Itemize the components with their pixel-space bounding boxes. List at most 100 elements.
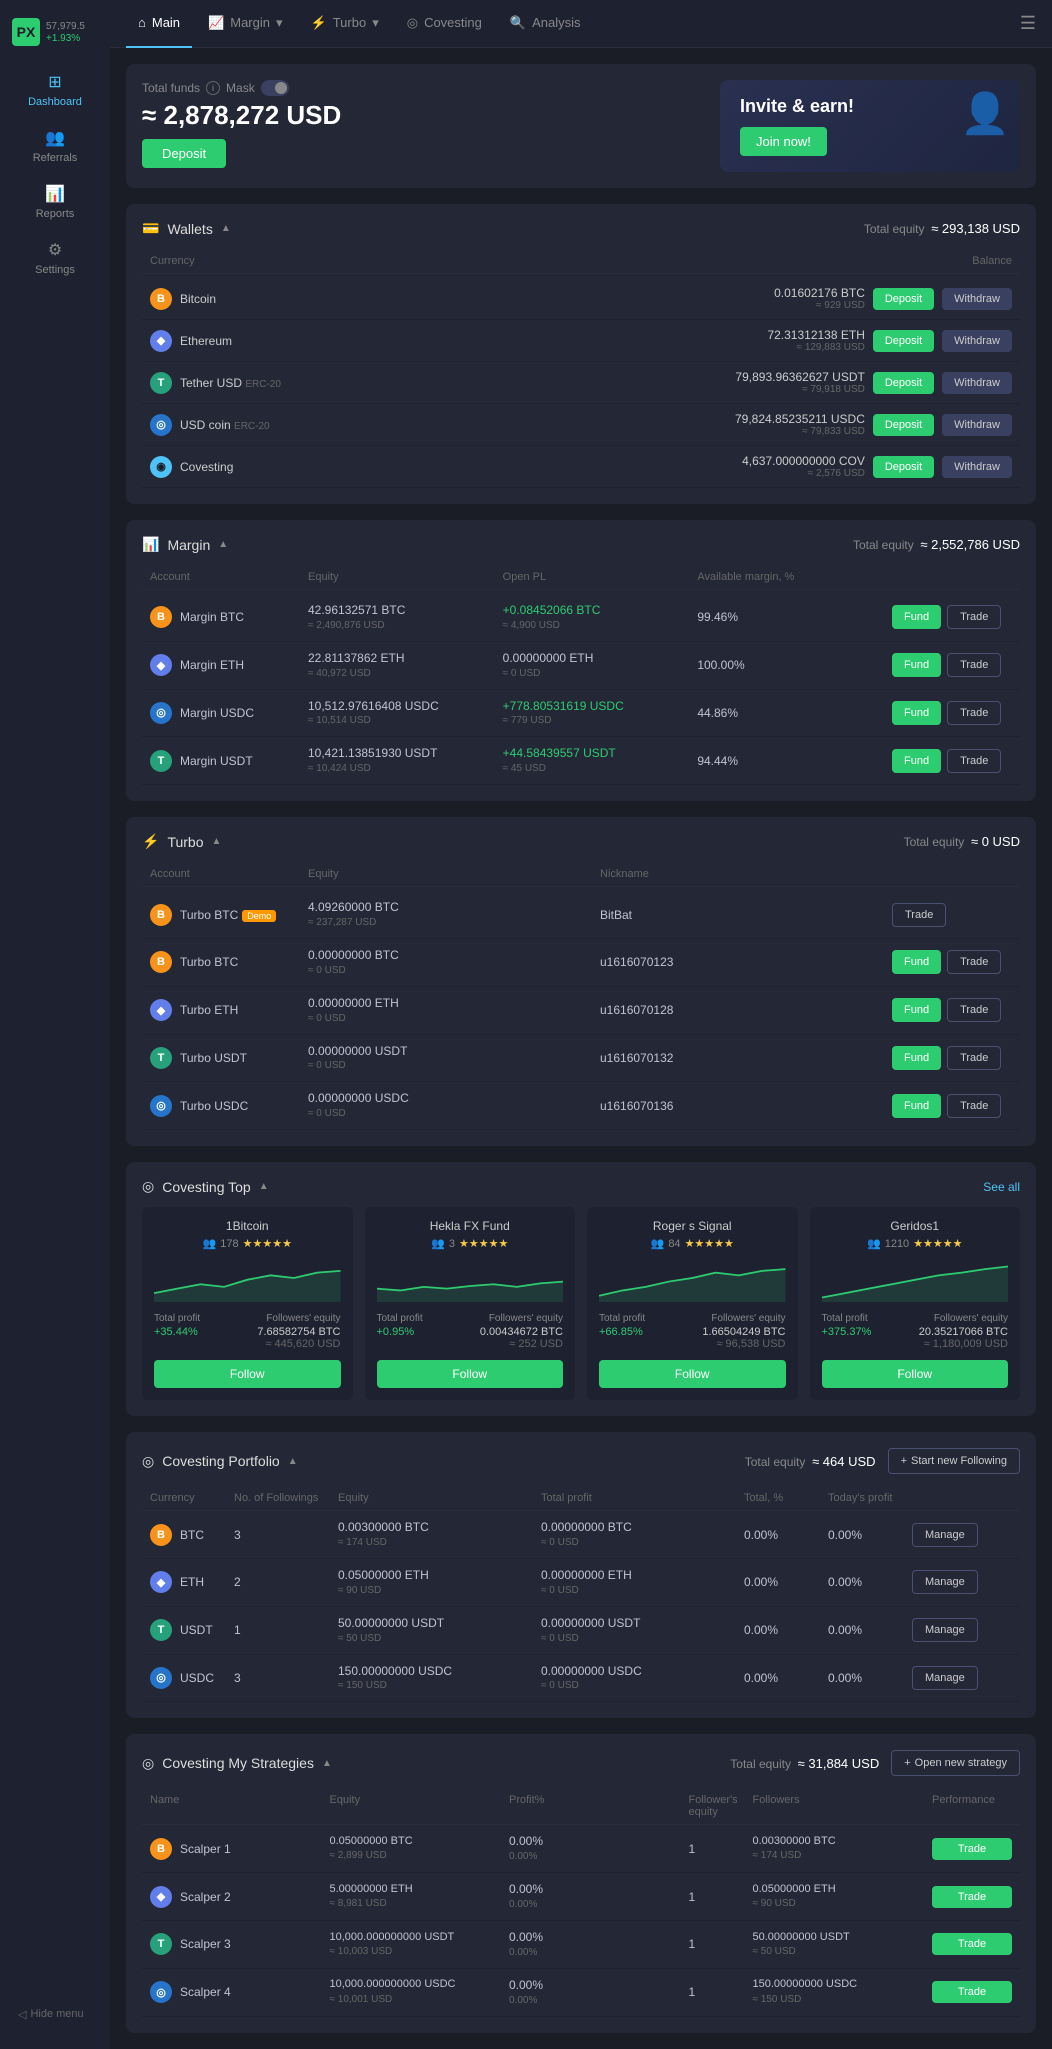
follow-button[interactable]: Follow (377, 1360, 564, 1388)
currency-name: Tether USD ERC-20 (180, 376, 281, 390)
cov-top-card: Geridos1 👥 1210 ★★★★★ Total profit Follo… (810, 1207, 1021, 1400)
manage-button[interactable]: Manage (912, 1666, 978, 1690)
portfolio-table: B BTC 3 0.00300000 BTC ≈ 174 USD 0.00000… (142, 1511, 1020, 1702)
trade-button[interactable]: Trade (947, 1094, 1001, 1118)
fund-button[interactable]: Fund (892, 749, 941, 773)
trade-strategy-button[interactable]: Trade (932, 1838, 1012, 1860)
portfolio-chevron[interactable]: ▲ (288, 1456, 298, 1467)
sidebar-item-referrals[interactable]: 👥 Referrals (0, 118, 110, 174)
cov-followers-equity: 1.66504249 BTC≈ 96,538 USD (702, 1326, 785, 1350)
trade-button[interactable]: Trade (947, 950, 1001, 974)
sidebar-item-dashboard[interactable]: ⊞ Dashboard (0, 62, 110, 118)
start-following-button[interactable]: + Start new Following (888, 1448, 1020, 1474)
trade-button[interactable]: Trade (947, 605, 1001, 629)
trade-strategy-button[interactable]: Trade (932, 1933, 1012, 1955)
strategies-chevron[interactable]: ▲ (322, 1758, 332, 1769)
deposit-button[interactable]: Deposit (873, 372, 934, 394)
sidebar-item-reports[interactable]: 📊 Reports (0, 174, 110, 230)
total-funds-info-icon[interactable]: i (206, 81, 220, 95)
tab-covesting[interactable]: ◎ Covesting (395, 0, 494, 48)
withdraw-button[interactable]: Withdraw (942, 330, 1012, 352)
turbo-chevron[interactable]: ▲ (212, 836, 222, 847)
account-name: Turbo BTCDemo (180, 908, 276, 922)
covesting-top-section: ◎ Covesting Top ▲ See all 1Bitcoin 👥 178… (126, 1162, 1036, 1416)
table-row: B Turbo BTC 0.00000000 BTC ≈ 0 USD u1616… (142, 939, 1020, 987)
cov-profit: +0.95% (377, 1326, 415, 1350)
hamburger-icon[interactable]: ☰ (1020, 13, 1036, 34)
strategy-followers: 1 (689, 1890, 749, 1904)
join-now-button[interactable]: Join now! (740, 127, 827, 156)
deposit-button[interactable]: Deposit (142, 139, 226, 168)
fund-button[interactable]: Fund (892, 701, 941, 725)
fund-button[interactable]: Fund (892, 998, 941, 1022)
trade-button[interactable]: Trade (947, 749, 1001, 773)
tab-analysis[interactable]: 🔍 Analysis (498, 0, 593, 48)
sidebar-item-label-dashboard: Dashboard (28, 96, 82, 108)
cov-stats: Total profit Followers' equity (599, 1313, 786, 1324)
balance-text: 79,824.85235211 USDC ≈ 79,833 USD (735, 412, 865, 437)
withdraw-button[interactable]: Withdraw (942, 372, 1012, 394)
wallets-label: Wallets (167, 221, 212, 237)
table-row: ◎ USDC 3 150.00000000 USDC ≈ 150 USD 0.0… (142, 1655, 1020, 1703)
turbo-equity-value: ≈ 0 USD (971, 834, 1020, 849)
withdraw-button[interactable]: Withdraw (942, 456, 1012, 478)
table-row: T Tether USD ERC-20 79,893.96362627 USDT… (142, 362, 1020, 404)
margin-table: B Margin BTC 42.96132571 BTC ≈ 2,490,876… (142, 594, 1020, 785)
sidebar-item-settings[interactable]: ⚙ Settings (0, 230, 110, 286)
fund-button[interactable]: Fund (892, 950, 941, 974)
manage-button[interactable]: Manage (912, 1618, 978, 1642)
turbo-table: B Turbo BTCDemo 4.09260000 BTC ≈ 237,287… (142, 891, 1020, 1130)
margin-chevron[interactable]: ▲ (218, 539, 228, 550)
table-row: ◆ Margin ETH 22.81137862 ETH ≈ 40,972 US… (142, 642, 1020, 690)
fund-button[interactable]: Fund (892, 1046, 941, 1070)
trade-strategy-button[interactable]: Trade (932, 1981, 1012, 2003)
trade-button[interactable]: Trade (947, 701, 1001, 725)
hide-menu-button[interactable]: ◁ Hide menu (10, 2000, 100, 2029)
manage-button[interactable]: Manage (912, 1523, 978, 1547)
trade-button[interactable]: Trade (892, 903, 946, 927)
see-all-link[interactable]: See all (983, 1180, 1020, 1194)
deposit-button[interactable]: Deposit (873, 288, 934, 310)
logo-icon[interactable]: PX (12, 18, 40, 46)
tab-main[interactable]: ⌂ Main (126, 0, 192, 48)
follow-button[interactable]: Follow (822, 1360, 1009, 1388)
wallets-table: B Bitcoin 0.01602176 BTC ≈ 929 USD Depos… (142, 278, 1020, 488)
trade-strategy-button[interactable]: Trade (932, 1886, 1012, 1908)
manage-button[interactable]: Manage (912, 1570, 978, 1594)
covesting-top-chevron[interactable]: ▲ (259, 1181, 269, 1192)
fund-button[interactable]: Fund (892, 605, 941, 629)
margin-equity: 42.96132571 BTC ≈ 2,490,876 USD (308, 602, 495, 633)
turbo-actions: Fund Trade (892, 1094, 1012, 1118)
reports-icon: 📊 (45, 184, 65, 204)
margin-pct: 99.46% (697, 610, 884, 624)
fund-button[interactable]: Fund (892, 653, 941, 677)
fund-button[interactable]: Fund (892, 1094, 941, 1118)
trade-button[interactable]: Trade (947, 1046, 1001, 1070)
deposit-button[interactable]: Deposit (873, 414, 934, 436)
follow-button[interactable]: Follow (599, 1360, 786, 1388)
withdraw-button[interactable]: Withdraw (942, 288, 1012, 310)
trade-button[interactable]: Trade (947, 653, 1001, 677)
wallet-currency: B Bitcoin (150, 288, 581, 310)
margin-equity: Total equity ≈ 2,552,786 USD (853, 537, 1020, 552)
main-tab-icon: ⌂ (138, 15, 146, 30)
portfolio-equity-value: ≈ 464 USD (812, 1454, 876, 1469)
open-strategy-button[interactable]: + Open new strategy (891, 1750, 1020, 1776)
deposit-button[interactable]: Deposit (873, 330, 934, 352)
margin-open-pl: 0.00000000 ETH ≈ 0 USD (503, 650, 690, 681)
margin-open-pl: +0.08452066 BTC ≈ 4,900 USD (503, 602, 690, 633)
mask-toggle: Mask (226, 80, 289, 96)
deposit-button[interactable]: Deposit (873, 456, 934, 478)
hide-menu-label: Hide menu (30, 2008, 83, 2020)
wallets-chevron[interactable]: ▲ (221, 223, 231, 234)
balance-text: 72.31312138 ETH ≈ 129,883 USD (767, 328, 864, 353)
trade-button[interactable]: Trade (947, 998, 1001, 1022)
mask-toggle-switch[interactable] (261, 80, 289, 96)
table-row: B Turbo BTCDemo 4.09260000 BTC ≈ 237,287… (142, 891, 1020, 939)
tab-margin[interactable]: 📈 Margin ▾ (196, 0, 294, 48)
margin-table-header: Account Equity Open PL Available margin,… (142, 565, 1020, 590)
withdraw-button[interactable]: Withdraw (942, 414, 1012, 436)
currency-name: USD coin ERC-20 (180, 418, 270, 432)
follow-button[interactable]: Follow (154, 1360, 341, 1388)
tab-turbo[interactable]: ⚡ Turbo ▾ (299, 0, 391, 48)
